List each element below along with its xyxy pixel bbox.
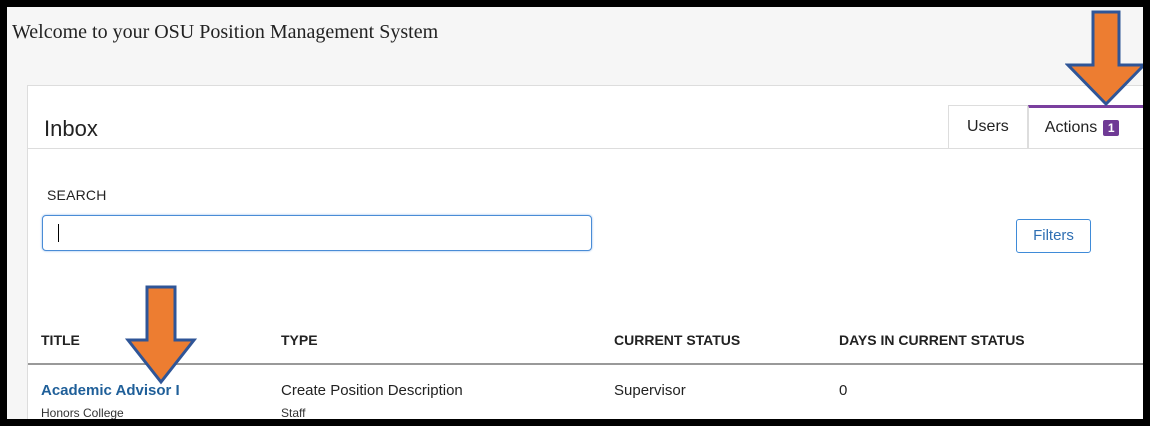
header-divider xyxy=(28,148,1143,149)
days-in-status: 0 xyxy=(839,382,848,399)
welcome-heading: Welcome to your OSU Position Management … xyxy=(12,21,439,43)
position-department: Honors College xyxy=(41,406,124,420)
tab-users-label: Users xyxy=(967,118,1009,135)
column-header-current-status[interactable]: CURRENT STATUS xyxy=(614,332,740,348)
action-subtype: Staff xyxy=(281,406,306,420)
search-input[interactable] xyxy=(42,215,592,251)
inbox-tabs: Users Actions 1 xyxy=(948,105,1143,149)
down-arrow-icon xyxy=(1065,10,1143,107)
screenshot-frame: Welcome to your OSU Position Management … xyxy=(0,0,1150,426)
current-status: Supervisor xyxy=(614,382,686,399)
tab-users[interactable]: Users xyxy=(948,105,1028,148)
tab-actions-label: Actions xyxy=(1044,119,1098,136)
tab-actions[interactable]: Actions 1 xyxy=(1027,105,1143,148)
actions-count-badge: 1 xyxy=(1103,120,1120,136)
column-header-days-in-status[interactable]: DAYS IN CURRENT STATUS xyxy=(839,332,1025,348)
inbox-title: Inbox xyxy=(44,116,98,141)
down-arrow-icon xyxy=(125,285,197,385)
column-header-type[interactable]: TYPE xyxy=(281,332,318,348)
action-type: Create Position Description xyxy=(281,382,463,399)
filters-button[interactable]: Filters xyxy=(1016,219,1091,253)
text-cursor xyxy=(58,224,59,242)
column-header-title[interactable]: TITLE xyxy=(41,332,80,348)
search-label: SEARCH xyxy=(47,187,107,203)
